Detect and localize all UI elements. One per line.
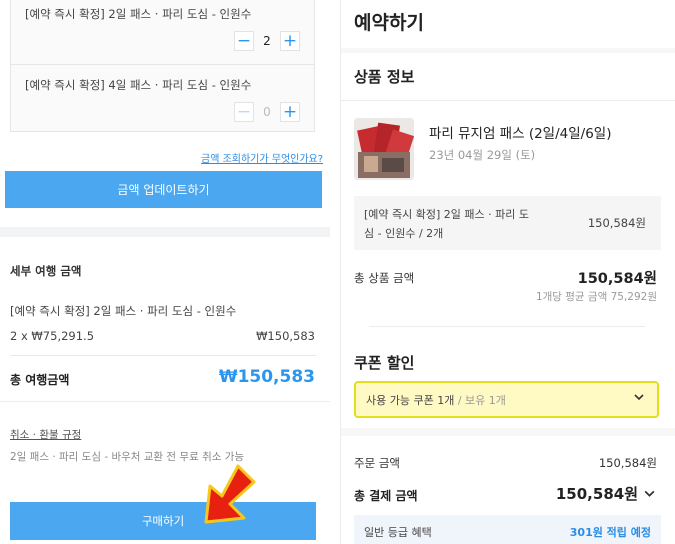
update-price-button[interactable]: 금액 업데이트하기	[5, 171, 322, 208]
option-row-4day: [예약 즉시 확정] 4일 패스 · 파리 도심 - 인원수 − 0 +	[11, 64, 314, 130]
quantity-value: 2	[263, 34, 271, 48]
increase-button[interactable]: +	[280, 102, 300, 122]
sum-average: 1개당 평균 금액 75,292원	[535, 291, 657, 303]
sum-label: 총 상품 금액	[354, 271, 415, 285]
detail-qty-price: 2 x ₩75,291.5	[10, 329, 95, 343]
product-name: 파리 뮤지엄 패스 (2일/4일/6일)	[429, 126, 612, 142]
option-label: [예약 즉시 확정] 4일 패스 · 파리 도심 - 인원수	[25, 78, 252, 92]
booking-panel: 예약하기 상품 정보 파리 뮤지엄 패스 (2일/4일/6일) 23년 04월 …	[340, 0, 675, 544]
detail-title: 세부 여행 금액	[10, 264, 82, 278]
option-label: [예약 즉시 확정] 2일 패스 · 파리 도심 - 인원수	[25, 7, 252, 21]
product-info-title: 상품 정보	[354, 68, 415, 86]
quantity-stepper: − 0 +	[234, 101, 300, 123]
increase-button[interactable]: +	[280, 31, 300, 51]
chevron-down-icon[interactable]	[643, 487, 656, 500]
decrease-button[interactable]: −	[234, 102, 254, 122]
option-panel: [예약 즉시 확정] 2일 패스 · 파리 도심 - 인원수 − 2 + [예약…	[0, 0, 330, 544]
coupon-owned: / 보유 1개	[454, 394, 506, 407]
total-payment-value: 150,584원	[555, 485, 638, 503]
detail-item-label: [예약 즉시 확정] 2일 패스 · 파리 도심 - 인원수	[10, 304, 237, 318]
pointer-arrow-icon	[204, 464, 256, 524]
divider	[369, 326, 645, 327]
divider	[0, 401, 330, 402]
page-title: 예약하기	[354, 12, 424, 34]
quantity-value: 0	[263, 105, 271, 119]
title-card: 예약하기	[341, 0, 675, 48]
coupon-text: 사용 가능 쿠폰 1개 / 보유 1개	[366, 392, 506, 408]
purchase-button[interactable]: 구매하기	[10, 502, 316, 540]
decrease-button[interactable]: −	[234, 31, 254, 51]
chevron-down-icon	[634, 394, 644, 401]
price-help-link[interactable]: 금액 조회하기가 무엇인가요?	[201, 150, 323, 165]
order-amount-label: 주문 금액	[354, 456, 400, 470]
divider	[10, 355, 316, 356]
total-payment-label: 총 결제 금액	[354, 489, 418, 503]
checkout-screen: [예약 즉시 확정] 2일 패스 · 파리 도심 - 인원수 − 2 + [예약…	[0, 0, 675, 544]
sum-value: 150,584원	[577, 271, 657, 287]
option-row-2day: [예약 즉시 확정] 2일 패스 · 파리 도심 - 인원수 − 2 +	[11, 0, 314, 64]
payment-card: 주문 금액 150,584원 총 결제 금액 150,584원 일반 등급 혜택…	[341, 436, 675, 544]
line-item-price: 150,584원	[587, 216, 646, 230]
line-item-desc: [예약 즉시 확정] 2일 패스 · 파리 도심 - 인원수 / 2개	[364, 208, 529, 240]
line-item: [예약 즉시 확정] 2일 패스 · 파리 도심 - 인원수 / 2개 150,…	[354, 196, 661, 250]
coupon-title: 쿠폰 할인	[354, 354, 415, 372]
order-amount-value: 150,584원	[598, 456, 657, 470]
quantity-stepper: − 2 +	[234, 30, 300, 52]
benefit-value: 301원 적립 예정	[569, 526, 651, 539]
product-info-header: 상품 정보	[341, 53, 675, 101]
total-value: ₩150,583	[218, 367, 315, 387]
benefit-label: 일반 등급 혜택	[364, 526, 432, 539]
benefit-box: 일반 등급 혜택 301원 적립 예정	[354, 515, 661, 544]
product-date: 23년 04월 29일 (토)	[429, 148, 536, 162]
product-thumbnail	[354, 118, 414, 180]
section-separator	[0, 227, 330, 237]
coupon-available: 사용 가능 쿠폰 1개	[366, 394, 455, 407]
refund-policy-link[interactable]: 취소 · 환불 규정	[10, 427, 81, 442]
product-card: 파리 뮤지엄 패스 (2일/4일/6일) 23년 04월 29일 (토) [예약…	[341, 101, 675, 428]
coupon-select[interactable]: 사용 가능 쿠폰 1개 / 보유 1개	[354, 381, 659, 418]
total-label: 총 여행금액	[10, 373, 70, 387]
detail-subtotal: ₩150,583	[256, 329, 315, 343]
option-list: [예약 즉시 확정] 2일 패스 · 파리 도심 - 인원수 − 2 + [예약…	[10, 0, 315, 132]
